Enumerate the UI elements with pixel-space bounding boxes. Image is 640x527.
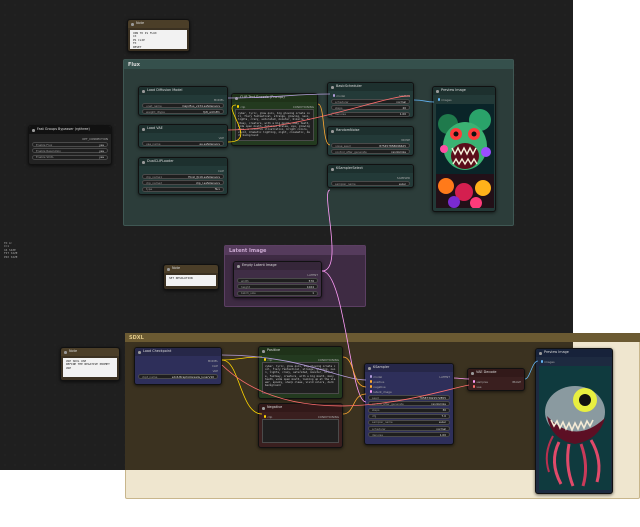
toggle-enable-resolution[interactable]: Enable Resolution yes	[32, 148, 108, 154]
group-sdxl-title[interactable]: SDXL	[125, 333, 640, 342]
batch-size-widget[interactable]: batch_size 1	[237, 290, 318, 296]
ckpt-name-widget[interactable]: ckpt_name sdxlUltraphotorealis_lunarV10	[138, 374, 218, 380]
clip-name2-widget[interactable]: clip_name2 clip_l.safetensors	[142, 180, 224, 186]
empty-latent-image-node[interactable]: Empty Latent Image LATENT width 576 heigh…	[233, 261, 322, 298]
unet-name-widget[interactable]: unet_name majicflus_v134.safetensors	[142, 103, 224, 109]
random-noise-title: RandomNoise	[336, 128, 360, 132]
toggle-enable-flux[interactable]: Enable Flux yes	[32, 142, 108, 148]
load-vae-title: Load VAE	[147, 126, 163, 130]
ks-control-widget[interactable]: control_after_generate randomize	[368, 401, 450, 407]
load-diffusion-model-node[interactable]: Load Diffusion Model MODEL unet_name maji…	[138, 86, 228, 116]
group-flux-title[interactable]: Flux	[124, 60, 513, 69]
side-text: TO A: C=1 16 SIZE FIT SIZE PIX SIZE	[4, 241, 18, 259]
ksampler-select-node[interactable]: KSamplerSelect SAMPLER sampler_name euler	[327, 164, 414, 188]
load-diffusion-title: Load Diffusion Model	[147, 88, 183, 92]
preview-flux-title: Preview Image	[441, 88, 466, 92]
positive-prompt-node[interactable]: Positive clip CONDITIONING cyber, lyric, …	[258, 346, 343, 399]
clip-flux-title: CLIP Text Encode (Prompt)	[240, 95, 285, 99]
preview-sdxl-title: Preview Image	[544, 350, 569, 354]
empty-latent-title: Empty Latent Image	[242, 263, 277, 267]
weight-dtype-widget[interactable]: weight_dtype fp8_e4m3fn	[142, 109, 224, 115]
noise-seed-widget[interactable]: noise_seed 875457858696625	[331, 143, 410, 149]
note-node-2[interactable]: Note SET RESOLUTION	[163, 264, 219, 290]
note-2-title: Note	[172, 266, 181, 270]
preview-image-flux-node[interactable]: Preview Image images	[432, 86, 496, 212]
ks-scheduler-widget[interactable]: scheduler normal	[368, 426, 450, 432]
note-3-text[interactable]: USE SDXL USE REFINE THE NEGATIVE PROMPT …	[63, 358, 117, 377]
note-node-1[interactable]: Note CNN TO IS FLUX CX PS CLIP FX RESET	[127, 19, 190, 52]
random-noise-node[interactable]: RandomNoise NOISE noise_seed 875457858696…	[327, 126, 414, 156]
sdxl-monster-image	[539, 366, 611, 490]
load-checkpoint-title: Load Checkpoint	[143, 349, 172, 353]
model-output[interactable]: MODEL	[214, 98, 224, 102]
ks-denoise-widget[interactable]: denoise 1.00	[368, 432, 450, 438]
note-1-text[interactable]: CNN TO IS FLUX CX PS CLIP FX RESET	[130, 30, 187, 49]
width-widget[interactable]: width 576	[237, 278, 318, 284]
flux-prompt-textarea[interactable]: cyber, lyric, glow quiv, big glowing orn…	[235, 109, 314, 141]
vae-name-widget[interactable]: vae_name ae.safetensors	[142, 141, 224, 147]
denoise-widget[interactable]: denoise 1.00	[331, 111, 410, 117]
ks-cfg-widget[interactable]: cfg 7.0	[368, 413, 450, 419]
dual-clip-loader-node[interactable]: DualCLIPLoader CLIP clip_name1 t5xxl_fp16…	[138, 157, 228, 195]
sampler-name-widget[interactable]: sampler_name euler	[331, 181, 410, 187]
height-widget[interactable]: height 1024	[237, 284, 318, 290]
conditioning-output[interactable]: CONDITIONING	[293, 105, 314, 109]
basic-scheduler-node[interactable]: BasicScheduler model SIGMAS scheduler norm…	[327, 82, 414, 118]
clip-output[interactable]: CLIP	[218, 169, 224, 173]
load-checkpoint-node[interactable]: Load Checkpoint MODEL CLIP VAE ckpt_name…	[134, 347, 222, 385]
toggle-enable-sdxl[interactable]: Enable SDXL yes	[32, 154, 108, 160]
negative-title: Negative	[267, 405, 283, 409]
group-latent-title[interactable]: Latent Image	[225, 246, 365, 255]
scheduler-widget[interactable]: scheduler normal	[331, 99, 410, 105]
clip-name1-widget[interactable]: clip_name1 t5xxl_fp16.safetensors	[142, 174, 224, 180]
note-node-3[interactable]: Note USE SDXL USE REFINE THE NEGATIVE PR…	[60, 347, 120, 381]
ksampler-title: KSampler	[373, 365, 390, 369]
note-1-title: Note	[136, 21, 145, 25]
ksampler-node[interactable]: KSampler model LATENT positive negative l…	[364, 363, 454, 445]
clip-text-encode-flux-node[interactable]: CLIP Text Encode (Prompt) clip CONDITIONI…	[231, 93, 318, 146]
steps-widget[interactable]: steps 20	[331, 105, 410, 111]
bypasser-title: Fast Groups Bypasser (rgthree)	[37, 127, 90, 131]
bypasser-output: OPT_CONNECTION	[82, 136, 108, 141]
ks-steps-widget[interactable]: steps 30	[368, 407, 450, 413]
control-after-generate-widget[interactable]: control_after_generate randomize	[331, 149, 410, 155]
ks-sampler-widget[interactable]: sampler_name euler	[368, 419, 450, 425]
latent-output[interactable]: LATENT	[307, 273, 318, 277]
ks-seed-widget[interactable]: seed 765873921572855	[368, 395, 450, 401]
negative-prompt-node[interactable]: Negative clip CONDITIONING	[258, 403, 343, 448]
fast-groups-bypasser-node[interactable]: Fast Groups Bypasser (rgthree) OPT_CONNE…	[28, 125, 112, 165]
vae-output[interactable]: VAE	[219, 136, 224, 140]
vae-decode-node[interactable]: VAE Decode samples IMAGE vae	[467, 368, 525, 391]
note-2-text[interactable]: SET RESOLUTION	[166, 275, 216, 286]
ksampler-select-title: KSamplerSelect	[336, 166, 363, 170]
positive-title: Positive	[267, 348, 281, 352]
preview-image-sdxl-node[interactable]: Preview Image images	[535, 348, 613, 494]
clip-type-widget[interactable]: type flux	[142, 186, 224, 192]
dual-clip-title: DualCLIPLoader	[147, 159, 174, 163]
load-vae-node[interactable]: Load VAE VAE vae_name ae.safetensors	[138, 124, 228, 148]
negative-prompt-textarea[interactable]	[262, 419, 339, 443]
vae-decode-title: VAE Decode	[476, 370, 497, 374]
flux-monster-image	[436, 104, 494, 208]
basic-scheduler-title: BasicScheduler	[336, 84, 362, 88]
positive-prompt-textarea[interactable]: cyber, lyric, glow quiv, big glowing orn…	[262, 362, 339, 394]
note-3-title: Note	[69, 349, 78, 353]
